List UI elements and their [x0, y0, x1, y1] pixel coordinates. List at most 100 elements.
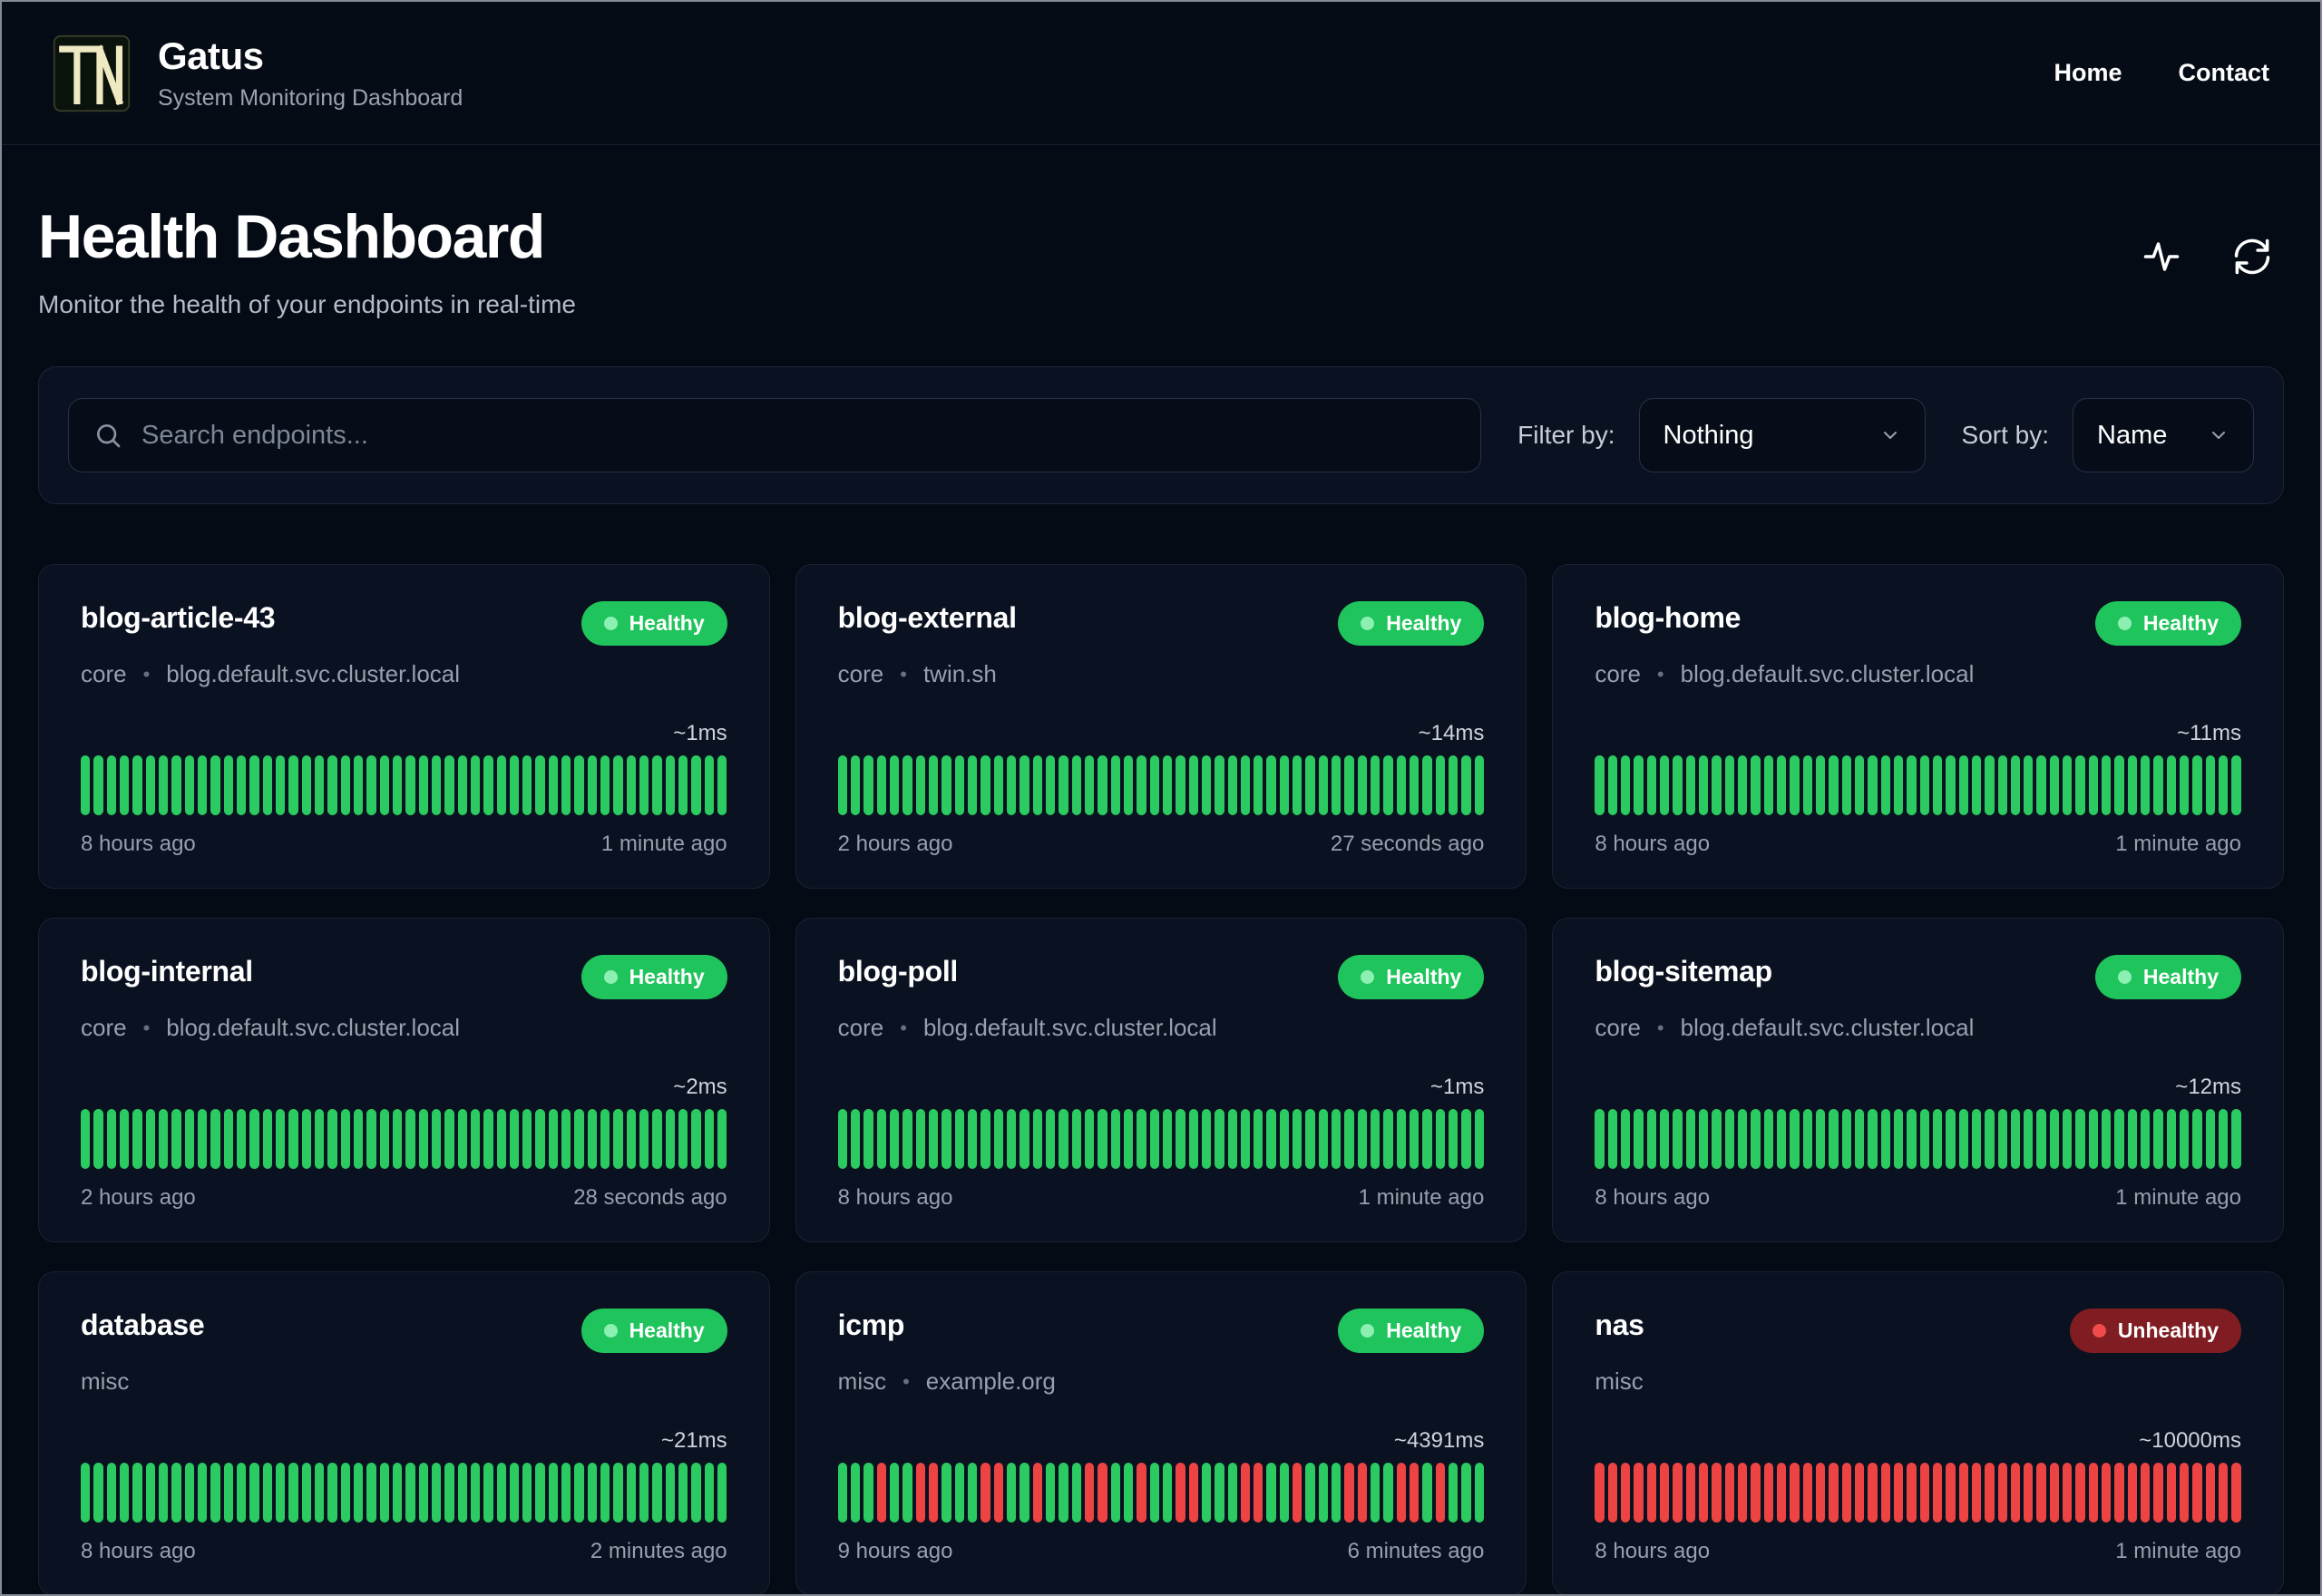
uptime-bar-success [850, 755, 861, 815]
uptime-bar-success [1149, 1109, 1159, 1169]
uptime-bar-success [2219, 1109, 2229, 1169]
uptime-bar-success [1266, 1463, 1276, 1523]
uptime-bar-success [1227, 1109, 1237, 1169]
uptime-bar-success [1293, 755, 1302, 815]
status-label: Healthy [629, 611, 705, 635]
uptime-bar-success [548, 1463, 559, 1523]
uptime-bar-failure [2088, 1463, 2099, 1523]
uptime-bar-success [574, 1109, 584, 1169]
uptime-bar-success [1059, 1463, 1068, 1523]
uptime-bar-success [1829, 1109, 1839, 1169]
uptime-bar-success [928, 1109, 939, 1169]
endpoint-card[interactable]: blog-home Healthy core • blog.default.sv… [1552, 564, 2284, 889]
uptime-bar-success [1254, 755, 1263, 815]
uptime-bar-success [902, 1463, 912, 1523]
uptime-bar-success [1712, 755, 1722, 815]
uptime-bar-success [1410, 1109, 1420, 1169]
uptime-bar-success [1215, 1109, 1224, 1169]
history-start: 8 hours ago [837, 1185, 953, 1210]
filter-select[interactable]: Nothing [1638, 398, 1926, 472]
uptime-bar-success [1215, 755, 1224, 815]
endpoint-group: misc [837, 1367, 887, 1395]
uptime-bar-success [1149, 1463, 1159, 1523]
uptime-bar-success [704, 1109, 715, 1169]
endpoint-card[interactable]: blog-external Healthy core • twin.sh ~14… [795, 564, 1527, 889]
uptime-bar-success [132, 755, 142, 815]
uptime-bar-success [184, 1463, 194, 1523]
history-end: 1 minute ago [2115, 1185, 2241, 1210]
uptime-bar-success [941, 755, 951, 815]
uptime-bar-success [314, 1109, 325, 1169]
head-actions [2142, 238, 2271, 276]
uptime-bar-success [2153, 1109, 2163, 1169]
uptime-bars [837, 1109, 1485, 1169]
uptime-bar-success [652, 755, 662, 815]
endpoint-card[interactable]: database Healthy misc ~21ms 8 hours ago … [38, 1271, 770, 1594]
uptime-bar-success [1673, 1109, 1683, 1169]
endpoint-card[interactable]: icmp Healthy misc • example.org ~4391ms … [795, 1271, 1527, 1594]
meta-separator: • [1656, 662, 1664, 686]
uptime-bar-success [262, 1109, 272, 1169]
sort-select[interactable]: Name [2073, 398, 2254, 472]
endpoint-card[interactable]: blog-sitemap Healthy core • blog.default… [1552, 918, 2284, 1242]
search-input[interactable] [68, 398, 1482, 472]
uptime-bar-success [392, 1463, 403, 1523]
uptime-bar-success [379, 1463, 389, 1523]
endpoint-meta: core • blog.default.svc.cluster.local [1595, 660, 2241, 688]
nav-home-link[interactable]: Home [2054, 59, 2122, 87]
endpoint-meta: core • blog.default.svc.cluster.local [1595, 1014, 2241, 1042]
endpoint-host: blog.default.svc.cluster.local [166, 1014, 461, 1041]
uptime-bar-failure [2063, 1463, 2073, 1523]
endpoint-card[interactable]: nas Unhealthy misc ~10000ms 8 hours ago … [1552, 1271, 2284, 1594]
uptime-bar-success [1802, 1109, 1812, 1169]
uptime-bar-success [340, 1463, 350, 1523]
uptime-bar-failure [1907, 1463, 1917, 1523]
uptime-bar-success [1449, 1109, 1459, 1169]
uptime-bars [1595, 1109, 2241, 1169]
uptime-bar-success [1673, 755, 1683, 815]
uptime-bar-success [863, 1463, 873, 1523]
uptime-bars [81, 755, 727, 815]
uptime-bar-success [1110, 1463, 1120, 1523]
uptime-bar-success [444, 1463, 454, 1523]
uptime-bar-success [457, 1463, 467, 1523]
page-title: Health Dashboard [38, 202, 545, 271]
card-header: blog-poll Healthy [838, 955, 1485, 999]
uptime-bar-failure [2102, 1463, 2112, 1523]
uptime-bar-success [1059, 1109, 1068, 1169]
refresh-icon[interactable] [2233, 238, 2271, 276]
uptime-bar-failure [1607, 1463, 1617, 1523]
uptime-bar-success [184, 1109, 194, 1169]
activity-pulse-icon[interactable] [2142, 238, 2181, 276]
uptime-bar-failure [1410, 1463, 1420, 1523]
uptime-bar-success [1279, 755, 1290, 815]
brand-name: Gatus [158, 34, 264, 77]
endpoint-card[interactable]: blog-internal Healthy core • blog.defaul… [38, 918, 770, 1242]
page-head: Health Dashboard Monitor the health of y… [38, 201, 2284, 319]
uptime-bar-failure [1646, 1463, 1656, 1523]
uptime-bar-success [837, 1109, 847, 1169]
uptime-bar-success [691, 1463, 701, 1523]
uptime-bar-success [1893, 1109, 1904, 1169]
top-nav: Home Contact [2054, 59, 2269, 87]
endpoint-meta: core • blog.default.svc.cluster.local [838, 1014, 1485, 1042]
uptime-bar-success [392, 1109, 403, 1169]
status-badge: Healthy [2094, 601, 2241, 646]
endpoint-card[interactable]: blog-article-43 Healthy core • blog.defa… [38, 564, 770, 889]
uptime-bar-success [1162, 1463, 1173, 1523]
uptime-bar-success [876, 1109, 886, 1169]
nav-contact-link[interactable]: Contact [2179, 59, 2270, 87]
uptime-bar-success [691, 1109, 701, 1169]
uptime-bar-success [158, 755, 169, 815]
uptime-bar-failure [1634, 1463, 1644, 1523]
card-header: blog-sitemap Healthy [1595, 955, 2241, 999]
meta-separator: • [142, 1016, 151, 1039]
uptime-bar-success [1868, 1109, 1878, 1169]
uptime-bar-success [863, 1109, 873, 1169]
uptime-bar-success [327, 755, 337, 815]
uptime-bar-failure [1254, 1463, 1263, 1523]
endpoint-card[interactable]: blog-poll Healthy core • blog.default.sv… [795, 918, 1527, 1242]
uptime-bar-success [522, 1109, 532, 1169]
uptime-bar-failure [1971, 1463, 1982, 1523]
uptime-bar-success [1907, 755, 1917, 815]
